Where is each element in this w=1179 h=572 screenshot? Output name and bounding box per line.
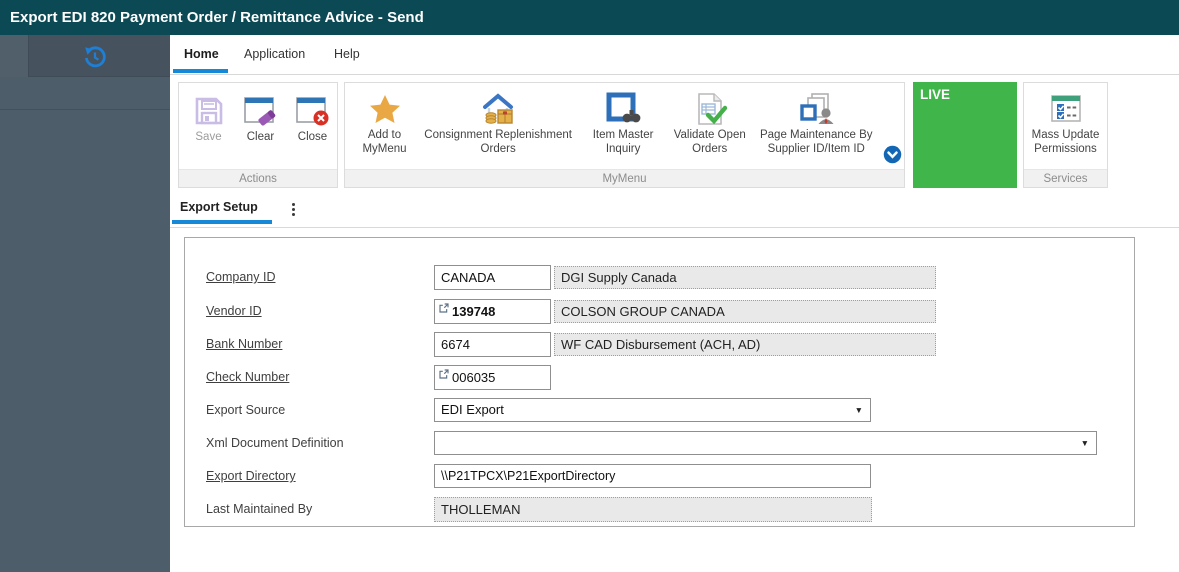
history-icon	[83, 45, 107, 69]
vendor-name-readonly: COLSON GROUP CANADA	[554, 300, 936, 323]
xml-document-definition-label: Xml Document Definition	[206, 431, 426, 456]
save-button[interactable]: Save	[190, 92, 227, 144]
page-maintenance-button[interactable]: Page Maintenance By Supplier ID/Item ID	[759, 90, 875, 156]
last-maintained-by-readonly: THOLLEMAN	[434, 497, 872, 522]
item-master-inquiry-label: Item Master Inquiry	[585, 128, 661, 156]
mass-update-permissions-button[interactable]: Mass Update Permissions	[1027, 90, 1105, 156]
clear-icon	[243, 92, 279, 130]
company-id-input[interactable]	[434, 265, 551, 290]
window-title: Export EDI 820 Payment Order / Remittanc…	[0, 0, 1179, 35]
consignment-house-icon	[478, 90, 518, 128]
vendor-id-row: Vendor ID COLSON GROUP CANADA	[185, 299, 1134, 324]
ribbon-group-services: Mass Update Permissions Services	[1023, 82, 1108, 188]
export-source-label: Export Source	[206, 398, 426, 423]
save-label: Save	[195, 130, 221, 144]
item-master-inquiry-icon	[605, 90, 641, 128]
check-number-label[interactable]: Check Number	[206, 365, 426, 390]
export-setup-panel: Company ID DGI Supply Canada Vendor ID C…	[184, 237, 1135, 527]
consignment-replenishment-label: Consignment Replenishment Orders	[420, 128, 576, 156]
clear-button[interactable]: Clear	[242, 92, 279, 144]
validate-open-orders-icon	[692, 90, 728, 128]
dropdown-arrow-icon: ▼	[1081, 432, 1089, 454]
ribbon-group-mymenu: Add to MyMenu	[344, 82, 905, 188]
drill-link-icon	[439, 369, 449, 379]
tab-strip: Export Setup	[170, 195, 1179, 228]
ribbon: Save Clear	[170, 75, 1179, 195]
consignment-replenishment-button[interactable]: Consignment Replenishment Orders	[420, 90, 576, 156]
page-maintenance-label: Page Maintenance By Supplier ID/Item ID	[759, 128, 875, 156]
save-icon	[193, 92, 225, 130]
sidebar-top-band	[0, 35, 170, 77]
mymenu-group-label: MyMenu	[345, 169, 904, 187]
chevron-down-circle-icon	[883, 145, 902, 164]
export-directory-label[interactable]: Export Directory	[206, 464, 426, 489]
services-group-label: Services	[1024, 169, 1107, 187]
export-source-row: Export Source EDI Export ▼	[185, 398, 1134, 423]
menu-application[interactable]: Application	[244, 35, 305, 74]
sidebar-mini-square[interactable]	[0, 35, 29, 77]
mass-update-permissions-icon	[1049, 90, 1083, 128]
actions-group-label: Actions	[179, 169, 337, 187]
company-name-readonly: DGI Supply Canada	[554, 266, 936, 289]
last-maintained-by-label: Last Maintained By	[206, 497, 426, 522]
ribbon-overflow-button[interactable]	[883, 145, 902, 169]
export-source-value: EDI Export	[441, 402, 504, 417]
environment-badge: LIVE	[913, 82, 1017, 188]
last-maintained-by-row: Last Maintained By THOLLEMAN	[185, 497, 1134, 522]
ribbon-group-actions: Save Clear	[178, 82, 338, 188]
app-window: Export EDI 820 Payment Order / Remittanc…	[0, 0, 1179, 572]
add-to-mymenu-button[interactable]: Add to MyMenu	[358, 90, 411, 156]
active-menu-underline	[173, 69, 228, 73]
sidebar-row-divider	[0, 77, 170, 110]
check-number-input[interactable]	[452, 370, 546, 385]
sidebar	[0, 35, 170, 572]
environment-badge-label: LIVE	[920, 87, 950, 102]
export-directory-row: Export Directory	[185, 464, 1134, 489]
company-id-row: Company ID DGI Supply Canada	[185, 265, 1134, 290]
history-button[interactable]	[81, 43, 109, 71]
company-id-label[interactable]: Company ID	[206, 265, 426, 290]
close-icon	[295, 92, 331, 130]
dropdown-arrow-icon: ▼	[855, 399, 863, 421]
export-directory-input[interactable]	[434, 464, 871, 488]
validate-open-orders-label: Validate Open Orders	[670, 128, 750, 156]
tab-export-setup[interactable]: Export Setup	[180, 200, 258, 214]
ribbon-menubar: Home Application Help	[170, 35, 1179, 75]
page-maintenance-icon	[796, 90, 836, 128]
item-master-inquiry-button[interactable]: Item Master Inquiry	[585, 90, 661, 156]
close-button[interactable]: Close	[294, 92, 331, 144]
bank-number-label[interactable]: Bank Number	[206, 332, 426, 357]
xml-document-definition-select[interactable]: ▼	[434, 431, 1097, 455]
active-tab-underline	[172, 220, 272, 224]
menu-help[interactable]: Help	[334, 35, 360, 74]
validate-open-orders-button[interactable]: Validate Open Orders	[670, 90, 750, 156]
add-to-mymenu-label: Add to MyMenu	[358, 128, 411, 156]
tab-options-kebab-icon[interactable]	[287, 203, 299, 219]
drill-link-icon	[439, 303, 449, 313]
star-icon	[368, 90, 402, 128]
vendor-id-field[interactable]	[434, 299, 551, 324]
xml-document-definition-row: Xml Document Definition ▼	[185, 431, 1134, 456]
clear-label: Clear	[247, 130, 274, 144]
mass-update-permissions-label: Mass Update Permissions	[1027, 128, 1105, 156]
bank-number-row: Bank Number WF CAD Disbursement (ACH, AD…	[185, 332, 1134, 357]
bank-number-input[interactable]	[434, 332, 551, 357]
check-number-field[interactable]	[434, 365, 551, 390]
bank-name-readonly: WF CAD Disbursement (ACH, AD)	[554, 333, 936, 356]
export-source-select[interactable]: EDI Export ▼	[434, 398, 871, 422]
check-number-row: Check Number	[185, 365, 1134, 390]
vendor-id-label[interactable]: Vendor ID	[206, 299, 426, 324]
close-label: Close	[298, 130, 327, 144]
vendor-id-input[interactable]	[452, 304, 546, 319]
